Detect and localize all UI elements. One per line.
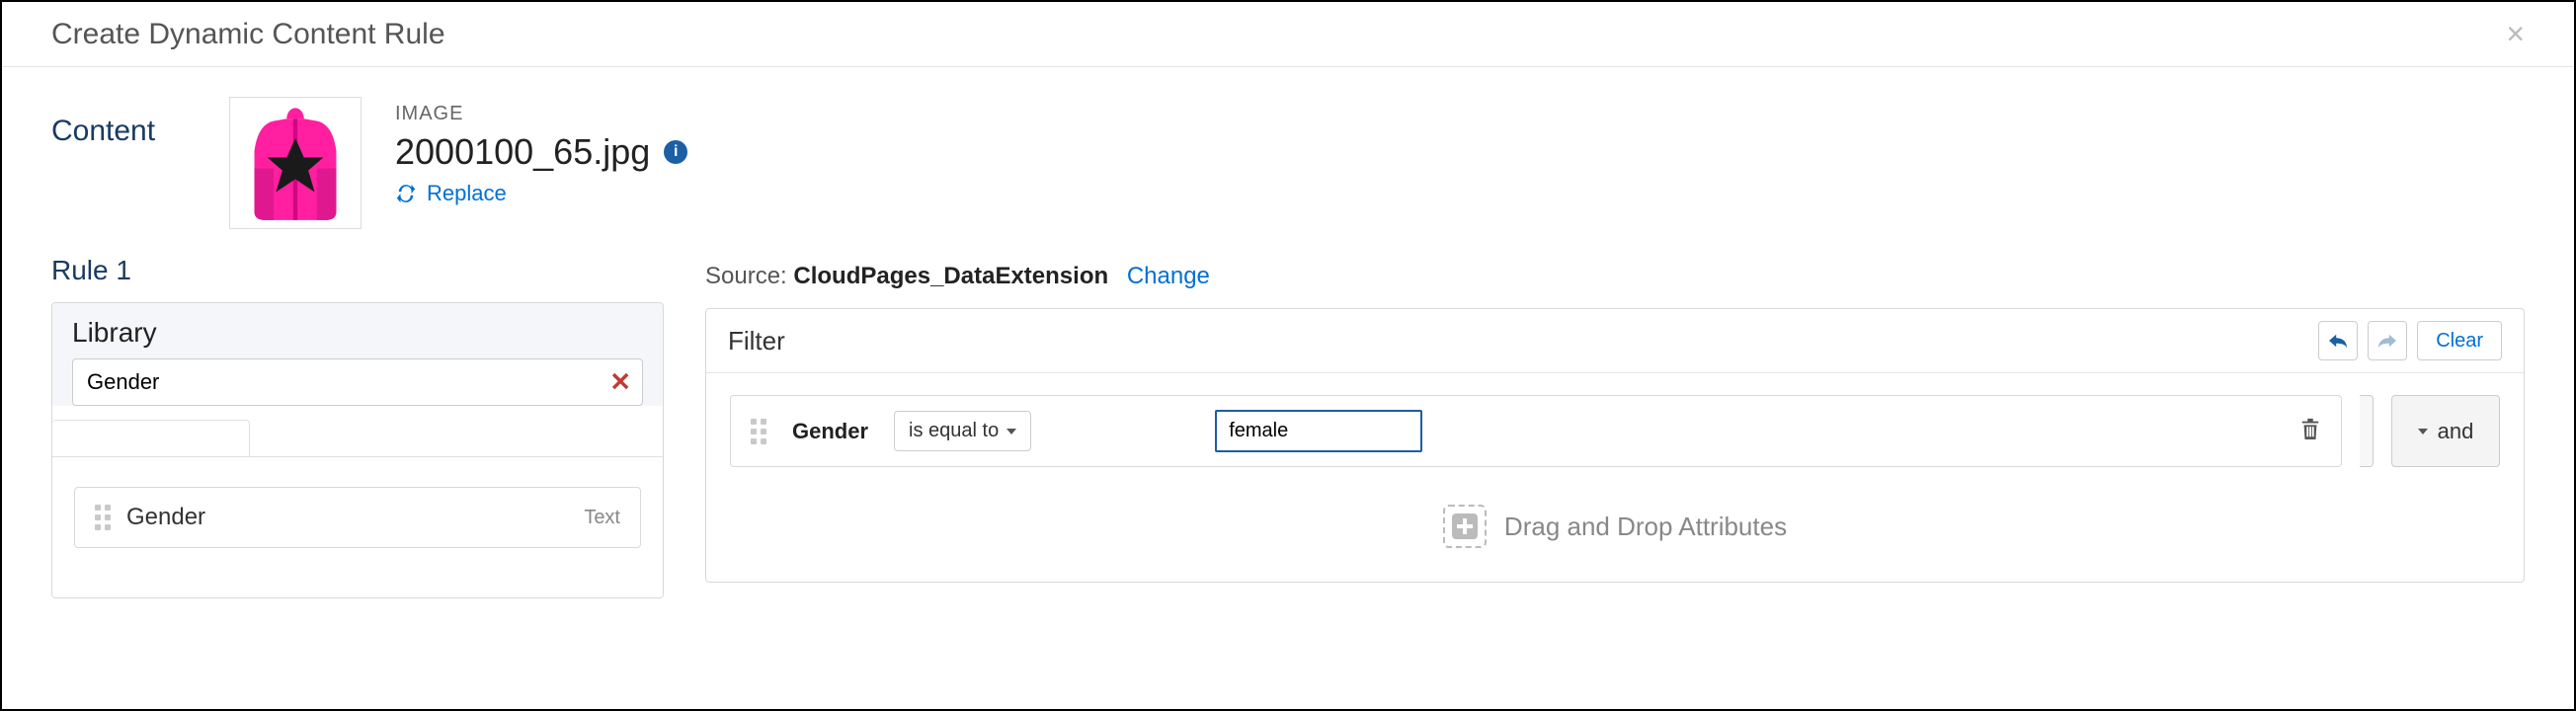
clear-filter-button[interactable]: Clear xyxy=(2417,321,2502,360)
file-info: IMAGE 2000100_65.jpg i Replace xyxy=(395,97,687,229)
clear-search-icon[interactable]: ✕ xyxy=(609,367,631,398)
replace-icon xyxy=(395,183,417,204)
source-row: Source: CloudPages_DataExtension Change xyxy=(705,263,2525,290)
drop-zone[interactable]: Drag and Drop Attributes xyxy=(730,505,2500,548)
drag-handle-icon[interactable] xyxy=(751,419,766,444)
attribute-type: Text xyxy=(584,507,620,529)
jacket-image-icon xyxy=(241,104,350,222)
delete-condition-button[interactable] xyxy=(2299,416,2321,446)
source-name: CloudPages_DataExtension xyxy=(793,263,1108,289)
condition-value-input[interactable] xyxy=(1215,410,1422,452)
library-search-input[interactable] xyxy=(72,358,643,406)
operator-dropdown[interactable]: is equal to xyxy=(894,411,1031,451)
group-bracket[interactable] xyxy=(2360,395,2374,467)
modal-title: Create Dynamic Content Rule xyxy=(51,18,445,51)
drop-hint-text: Drag and Drop Attributes xyxy=(1504,512,1787,542)
replace-button[interactable]: Replace xyxy=(395,181,687,206)
modal-header: Create Dynamic Content Rule × xyxy=(2,2,2574,67)
condition-attribute: Gender xyxy=(792,419,868,444)
undo-icon xyxy=(2327,332,2349,350)
close-icon[interactable]: × xyxy=(2496,16,2535,52)
info-icon[interactable]: i xyxy=(664,140,687,164)
trash-icon xyxy=(2299,416,2321,441)
drag-handle-icon[interactable] xyxy=(95,505,111,530)
library-title: Library xyxy=(72,317,643,349)
attribute-item[interactable]: Gender Text xyxy=(74,487,641,548)
content-heading: Content xyxy=(51,97,229,229)
chevron-down-icon xyxy=(1006,429,1016,434)
filter-title: Filter xyxy=(728,326,785,356)
attribute-name: Gender xyxy=(126,504,568,531)
change-source-link[interactable]: Change xyxy=(1127,263,1210,289)
asset-filename-row: 2000100_65.jpg i xyxy=(395,131,687,173)
dynamic-content-rule-modal: Create Dynamic Content Rule × Content IM… xyxy=(0,0,2576,711)
asset-type-label: IMAGE xyxy=(395,103,687,125)
library-panel: Library ✕ Gender Text xyxy=(51,302,664,598)
content-section: Content IMAGE 2000100_65.jpg i xyxy=(2,67,2574,229)
library-tabs xyxy=(52,420,663,457)
operator-label: is equal to xyxy=(909,420,999,442)
library-tab-active[interactable] xyxy=(52,420,250,456)
chevron-down-icon xyxy=(2418,429,2428,434)
filter-panel: Filter Clear xyxy=(705,308,2525,583)
logic-operator-label: and xyxy=(2438,419,2474,444)
redo-button[interactable] xyxy=(2368,321,2407,360)
drop-target-icon xyxy=(1443,505,1487,548)
replace-label: Replace xyxy=(427,181,507,206)
redo-icon xyxy=(2376,332,2398,350)
asset-filename: 2000100_65.jpg xyxy=(395,131,650,173)
undo-button[interactable] xyxy=(2318,321,2358,360)
logic-operator-dropdown[interactable]: and xyxy=(2391,395,2500,467)
content-thumbnail[interactable] xyxy=(229,97,362,229)
source-label: Source: xyxy=(705,263,787,289)
filter-condition-row: Gender is equal to xyxy=(730,395,2342,467)
